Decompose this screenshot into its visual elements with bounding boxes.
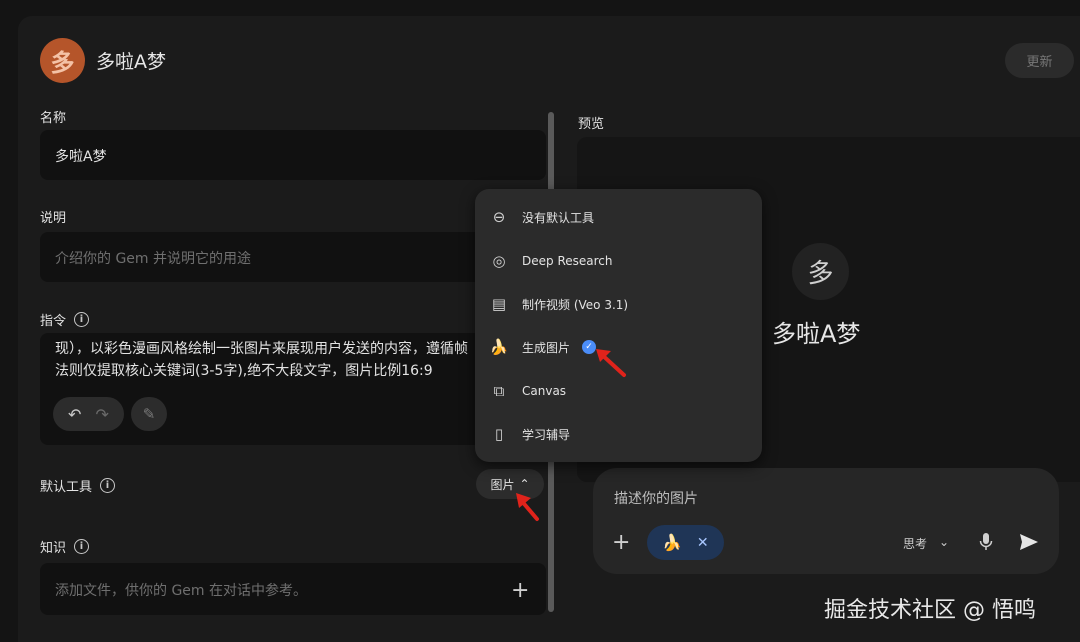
menu-item-label: 生成图片 — [522, 340, 571, 355]
menu-item-label: 没有默认工具 — [522, 210, 595, 225]
name-label-text: 名称 — [40, 111, 67, 126]
menu-item-label: Canvas — [522, 384, 567, 398]
menu-item-no-tool[interactable]: ⊖ 没有默认工具 — [475, 199, 762, 235]
menu-item-label: 制作视频 (Veo 3.1) — [522, 297, 629, 312]
description-field[interactable]: 介绍你的 Gem 并说明它的用途 — [40, 232, 546, 282]
deep-research-icon: ◎ — [492, 252, 506, 270]
info-icon[interactable]: i — [100, 478, 116, 493]
add-icon[interactable]: + — [612, 530, 630, 555]
preview-gem-name: 多啦A梦 — [772, 320, 861, 348]
undo-icon[interactable]: ↶ — [68, 405, 81, 424]
name-value: 多啦A梦 — [55, 149, 107, 165]
redo-icon[interactable]: ↷ — [96, 405, 109, 424]
no-tool-icon: ⊖ — [492, 208, 506, 226]
canvas-icon: ⧉ — [493, 382, 505, 400]
chat-input-placeholder[interactable]: 描述你的图片 — [614, 488, 698, 508]
menu-item-label: 学习辅导 — [522, 427, 571, 442]
instructions-label: 指令 i — [40, 310, 90, 329]
name-field[interactable]: 多啦A梦 — [40, 130, 546, 180]
add-file-icon[interactable]: + — [511, 578, 529, 603]
knowledge-label: 知识 i — [40, 537, 90, 556]
microphone-icon[interactable] — [979, 532, 993, 552]
annotation-arrow-icon — [516, 493, 539, 521]
magic-wand-button[interactable]: ✎ — [131, 397, 167, 431]
preview-label: 预览 — [578, 117, 605, 132]
video-icon: ▤ — [491, 295, 507, 313]
default-tool-menu: ⊖ 没有默认工具 ◎ Deep Research ▤ 制作视频 (Veo 3.1… — [475, 189, 762, 462]
gem-avatar[interactable]: 多 — [40, 38, 85, 83]
info-icon[interactable]: i — [74, 539, 90, 554]
description-label: 说明 — [40, 207, 66, 226]
default-tool-label-text: 默认工具 — [40, 480, 93, 495]
menu-item-video[interactable]: ▤ 制作视频 (Veo 3.1) — [475, 286, 762, 322]
watermark: 掘金技术社区 @ 悟鸣 — [824, 598, 1036, 623]
image-tool-chip[interactable]: 🍌 ✕ — [647, 525, 724, 560]
undo-redo-group: ↶ ↷ — [53, 397, 124, 431]
update-button[interactable]: 更新 — [1005, 43, 1074, 78]
banana-icon: 🍌 — [662, 533, 683, 552]
instructions-text[interactable]: 现），以彩色漫画风格绘制一张图片来展现用户发送的内容，遵循帧 法则仅提取核心关键… — [55, 338, 525, 382]
menu-item-label: Deep Research — [522, 254, 613, 268]
book-icon: ▯ — [494, 425, 504, 443]
menu-item-learning[interactable]: ▯ 学习辅导 — [475, 416, 762, 452]
gem-title: 多啦A梦 — [96, 51, 166, 73]
think-label: 思考 — [903, 537, 928, 551]
description-placeholder: 介绍你的 Gem 并说明它的用途 — [55, 251, 251, 267]
knowledge-label-text: 知识 — [40, 541, 67, 556]
knowledge-field[interactable]: 添加文件，供你的 Gem 在对话中参考。 — [40, 563, 546, 615]
name-label: 名称 — [40, 107, 66, 126]
info-icon[interactable]: i — [74, 312, 90, 327]
close-icon[interactable]: ✕ — [697, 535, 709, 551]
instructions-label-text: 指令 — [40, 314, 67, 329]
magic-wand-icon: ✎ — [142, 405, 156, 423]
default-tool-label: 默认工具 i — [40, 476, 116, 495]
banana-icon: 🍌 — [489, 338, 509, 356]
description-label-text: 说明 — [40, 211, 67, 226]
knowledge-placeholder: 添加文件，供你的 Gem 在对话中参考。 — [55, 583, 307, 599]
annotation-arrow-icon — [596, 349, 626, 377]
send-icon[interactable] — [1019, 533, 1039, 551]
think-mode-selector[interactable]: 思考 ⌄ — [903, 535, 949, 552]
preview-avatar: 多 — [792, 243, 849, 300]
chevron-down-icon: ⌄ — [939, 535, 950, 549]
menu-item-deep-research[interactable]: ◎ Deep Research — [475, 243, 762, 279]
